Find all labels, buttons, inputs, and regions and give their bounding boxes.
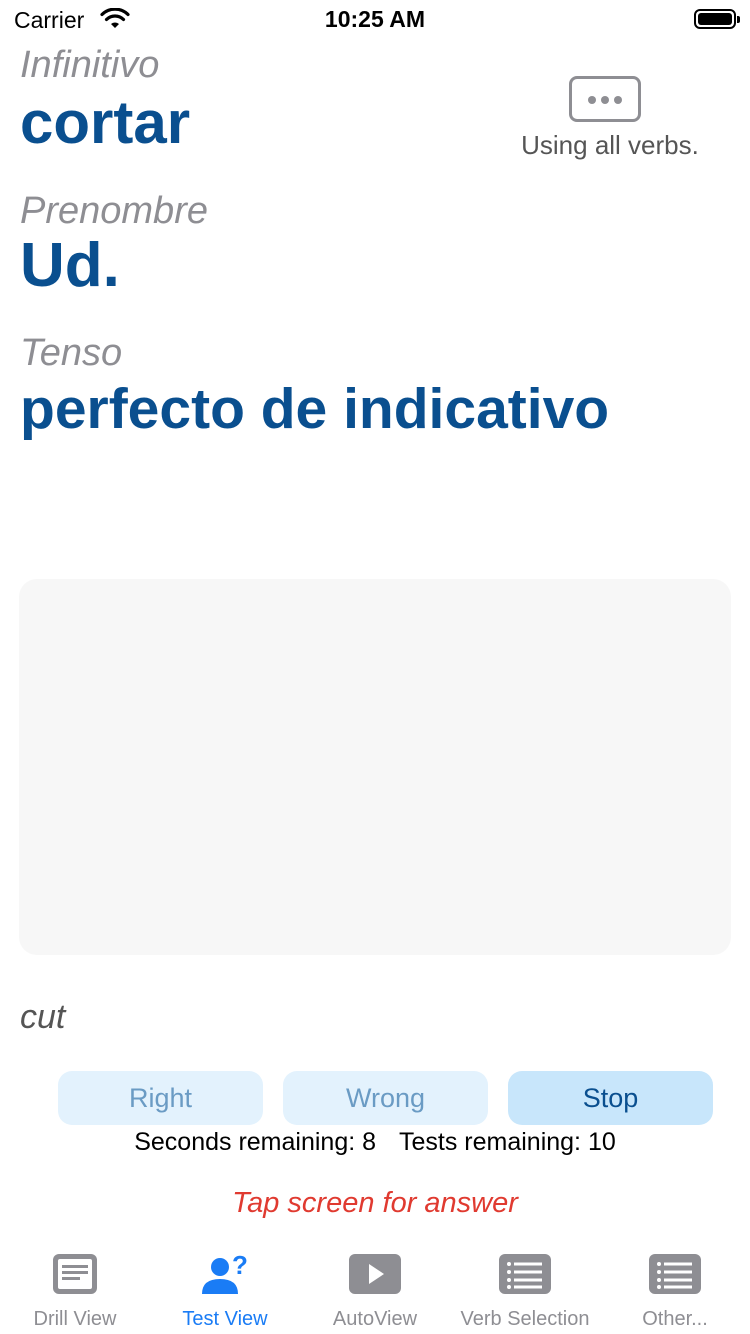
tab-label: Drill View — [33, 1308, 117, 1330]
svg-text:?: ? — [232, 1252, 248, 1280]
tab-verb-selection[interactable]: Verb Selection — [450, 1240, 600, 1334]
tab-bar: Drill View ? Test View AutoView Verb Sel… — [0, 1240, 750, 1334]
tab-label: Verb Selection — [460, 1308, 590, 1330]
battery-icon — [694, 9, 740, 29]
pronoun-label: Prenombre — [20, 190, 208, 232]
seconds-remaining: Seconds remaining: 8 — [134, 1128, 377, 1156]
status-bar: Carrier 10:25 AM — [0, 0, 750, 40]
verb-meaning: cut — [20, 998, 66, 1036]
list-icon — [498, 1252, 552, 1301]
tab-label: Test View — [182, 1308, 268, 1330]
ellipsis-icon — [588, 96, 596, 104]
tab-autoview[interactable]: AutoView — [300, 1240, 450, 1334]
clock: 10:25 AM — [324, 6, 426, 32]
play-icon — [348, 1252, 402, 1301]
tab-other[interactable]: Other... — [600, 1240, 750, 1334]
wrong-button[interactable]: Wrong — [283, 1071, 488, 1125]
tab-label: Other... — [642, 1308, 708, 1330]
tests-remaining: Tests remaining: 10 — [398, 1128, 616, 1156]
tab-test-view[interactable]: ? Test View — [150, 1240, 300, 1334]
list-icon — [648, 1252, 702, 1301]
person-question-icon: ? — [198, 1250, 252, 1303]
answer-area[interactable] — [19, 579, 731, 955]
tap-hint: Tap screen for answer — [232, 1187, 518, 1219]
counters: Seconds remaining: 8 Tests remaining: 10 — [0, 1128, 750, 1157]
infinitive-value: cortar — [20, 89, 191, 156]
pronoun-value: Ud. — [20, 231, 120, 300]
tense-label: Tenso — [20, 332, 123, 374]
document-icon — [51, 1252, 99, 1301]
tab-label: AutoView — [332, 1308, 418, 1330]
infinitive-label: Infinitivo — [20, 44, 160, 86]
tab-drill-view[interactable]: Drill View — [0, 1240, 150, 1334]
more-options-button[interactable] — [569, 76, 641, 122]
stop-button[interactable]: Stop — [508, 1071, 713, 1125]
right-button[interactable]: Right — [58, 1071, 263, 1125]
tense-value: perfecto de indicativo — [20, 377, 610, 441]
verb-filter-status: Using all verbs. — [521, 130, 699, 160]
